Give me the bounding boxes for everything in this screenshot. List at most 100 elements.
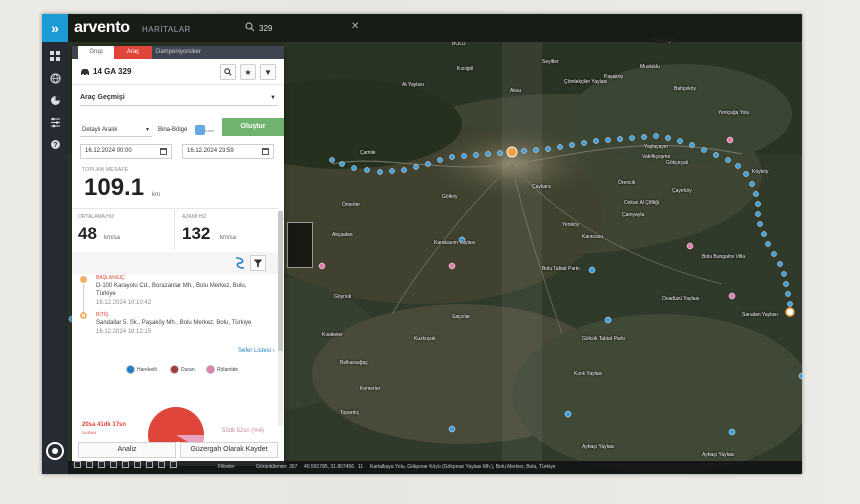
avg-speed-unit: km/sa: [104, 235, 121, 241]
range-select[interactable]: Detaylı Aralık ▼: [80, 123, 152, 137]
expand-menu-icon[interactable]: »: [42, 14, 68, 42]
map-label: Aybaşı Yaylası: [702, 452, 735, 458]
legend-stopped-label: Duran: [181, 367, 195, 373]
chevron-down-icon: ▼: [270, 95, 276, 101]
region-toggle-text: Kanıt: [205, 128, 215, 133]
legend-idle[interactable]: Rölantide: [206, 364, 238, 376]
tab-arac[interactable]: Araç: [114, 46, 152, 59]
chevron-down-icon: ▼: [264, 67, 272, 77]
max-speed-unit: km/sa: [220, 235, 237, 241]
moving-legend-dot: [126, 365, 135, 375]
shape-tool-icon[interactable]: [98, 461, 105, 468]
end-date-input[interactable]: 16.12.2024 23:59: [182, 144, 274, 159]
star-icon: ★: [244, 67, 252, 77]
total-distance-label: TOPLAM MESAFE: [82, 167, 129, 173]
map-label: Aybaşı Yaylası: [582, 444, 615, 450]
map-label: Kızılgöl: [457, 66, 474, 72]
end-label: BİTİŞ: [96, 312, 109, 318]
legend-moving-label: Hareketli: [137, 367, 157, 373]
map-label: Yeniköy: [562, 222, 580, 228]
map-label: Çamyayla: [622, 212, 645, 218]
measure-tool-icon[interactable]: [134, 461, 141, 468]
info-tool-icon[interactable]: [170, 461, 177, 468]
map-label: Kemerler: [360, 386, 381, 392]
globe-icon[interactable]: [45, 68, 65, 88]
create-button[interactable]: Oluştur: [222, 118, 284, 136]
map-label: Ömerler: [342, 202, 361, 208]
legend-idle-label: Rölantide: [217, 367, 239, 373]
panel-scrollbar-thumb[interactable]: [278, 211, 283, 351]
tab-grup[interactable]: Grup: [78, 46, 114, 59]
legend-stopped[interactable]: Duran: [170, 364, 195, 376]
help-icon[interactable]: ?: [45, 134, 65, 154]
vehicle-history-panel: Grup Araç Dampeniyorsiker 14 GA 329 ★ ▼ …: [72, 46, 284, 466]
search-icon: [224, 68, 232, 76]
idle-duration: 53dk 52sn (%4): [222, 428, 265, 434]
monitor-screen: BOLU Yakabayat Kızılgöl Seyitler Çömlekç…: [42, 14, 802, 474]
panel-tabs: Grup Araç Dampeniyorsiker: [72, 46, 284, 59]
map-label: Akçaalan: [332, 232, 353, 238]
start-date-input[interactable]: 16.12.2024 00:00: [80, 144, 172, 159]
pie-chart-icon[interactable]: [45, 90, 65, 110]
map-label: Örencik: [618, 180, 636, 186]
total-distance-unit: km: [152, 192, 160, 198]
map-label: Belkaraağaç: [340, 360, 368, 366]
map-label: Gölköy: [442, 194, 458, 200]
max-speed-box: AZAMİ HIZ 132 km/sa: [176, 208, 278, 250]
map-label: Çayırköy: [672, 188, 692, 194]
map-label: Çömlekçiler Yaylası: [564, 79, 608, 85]
map-label: Çaykara: [532, 184, 551, 190]
draw-tool-icon[interactable]: [74, 461, 81, 468]
filters-label[interactable]: Filtreler: [218, 461, 235, 474]
route-icon[interactable]: [232, 255, 248, 271]
edit-tool-icon[interactable]: [86, 461, 93, 468]
options-dropdown-button[interactable]: ▼: [260, 64, 276, 80]
trip-list-link[interactable]: Sefer Listesi ›: [238, 348, 275, 354]
avg-speed-value: 48: [78, 224, 97, 243]
record-icon[interactable]: [46, 442, 64, 460]
grid-tool-icon[interactable]: [146, 461, 153, 468]
map-label: Sarıalan Yaylası: [742, 312, 778, 318]
chevron-down-icon: ▼: [145, 127, 150, 133]
share-tool-icon[interactable]: [158, 461, 165, 468]
side-collapsed-panel[interactable]: [287, 222, 313, 268]
layers-tool-icon[interactable]: [110, 461, 117, 468]
history-section-select[interactable]: Araç Geçmişi ▼: [80, 90, 278, 106]
calendar-icon[interactable]: [262, 148, 269, 155]
zoom-level: 11: [358, 464, 364, 470]
cursor-address: Kartalkaya Yolu, Gökpınar Köyü (Gökpınar…: [370, 464, 556, 470]
favorite-button[interactable]: ★: [240, 64, 256, 80]
map-label: At Yaylası: [402, 82, 425, 88]
sliders-icon[interactable]: [45, 112, 65, 132]
legend-moving[interactable]: Hareketli: [126, 364, 157, 376]
stopped-duration-label: DURAN: [82, 430, 97, 435]
filter-icon[interactable]: [250, 255, 266, 271]
brand-subtitle: HARİTALAR: [142, 25, 191, 34]
tab-zimmet[interactable]: Dampeniyorsiker: [154, 46, 234, 59]
save-route-button[interactable]: Güzergah Olarak Kaydet: [180, 442, 278, 458]
map-label: Kızık Yaylası: [574, 371, 603, 377]
map-label: Karakasım Yaylası: [434, 240, 476, 246]
search-button[interactable]: [220, 64, 236, 80]
section-select-label: Araç Geçmişi: [80, 94, 125, 101]
idle-legend-dot: [206, 365, 215, 375]
map-label: Köyköy: [752, 169, 769, 175]
avg-speed-label: ORTALAMA HIZ: [78, 214, 115, 220]
calendar-icon[interactable]: [160, 148, 167, 155]
end-pin-icon: [80, 312, 87, 319]
analyze-button[interactable]: Analiz: [78, 442, 176, 458]
close-icon[interactable]: ✕: [351, 21, 359, 32]
trip-list-link-text: Sefer Listesi: [238, 348, 272, 354]
grid-icon[interactable]: [45, 46, 65, 66]
print-tool-icon[interactable]: [122, 461, 129, 468]
cursor-coordinates: 40.591785, 31.807456: [304, 464, 355, 470]
max-speed-label: AZAMİ HIZ: [182, 214, 207, 220]
map-label: Seyitler: [542, 59, 559, 65]
search-input[interactable]: [259, 20, 359, 36]
vehicle-header: 14 GA 329 ★ ▼: [72, 59, 284, 85]
region-toggle[interactable]: [195, 125, 205, 135]
stopped-legend-dot: [170, 365, 179, 375]
car-icon: [81, 69, 89, 76]
route-tools-row: [72, 252, 278, 274]
map-label: Çamlık: [360, 150, 376, 156]
